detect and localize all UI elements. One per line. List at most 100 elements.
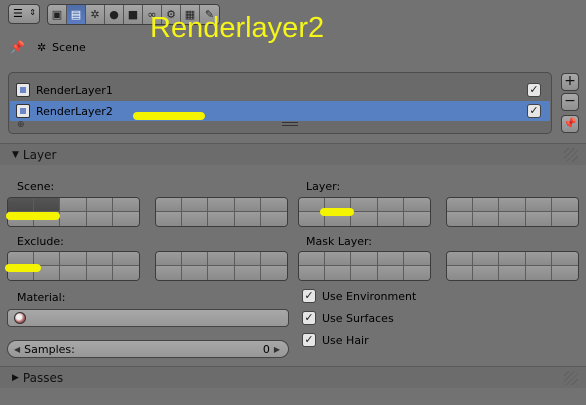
layer-cell[interactable]	[234, 212, 261, 226]
layer-cell[interactable]	[86, 198, 113, 212]
layer-cell[interactable]	[112, 212, 139, 226]
enabled-checkbox[interactable]: ✓	[527, 104, 541, 118]
enabled-checkbox[interactable]: ✓	[527, 83, 541, 97]
layer-cell[interactable]	[234, 266, 261, 280]
use-hair-toggle[interactable]: ✓ Use Hair	[302, 333, 369, 347]
layer-cell[interactable]	[60, 252, 87, 266]
layer-cell[interactable]	[377, 252, 404, 266]
world-icon[interactable]: ●	[105, 5, 124, 24]
layer-cell[interactable]	[182, 198, 209, 212]
layer-cell[interactable]	[447, 198, 474, 212]
list-item[interactable]: RenderLayer1 ✓	[10, 80, 550, 100]
exclude-layers-grid-2[interactable]	[155, 251, 288, 281]
layer-cell[interactable]	[551, 212, 578, 226]
layer-cell[interactable]	[86, 252, 113, 266]
layer-cell[interactable]	[60, 212, 87, 226]
layer-cell[interactable]	[473, 212, 500, 226]
layer-cell[interactable]	[499, 252, 526, 266]
layer-cell[interactable]	[86, 212, 113, 226]
material-field[interactable]	[7, 309, 289, 327]
list-item-selected[interactable]: RenderLayer2 ✓	[10, 101, 550, 121]
layer-cell[interactable]	[351, 212, 378, 226]
use-environment-toggle[interactable]: ✓ Use Environment	[302, 289, 416, 303]
drag-grip-icon[interactable]	[564, 148, 578, 162]
layer-cell[interactable]	[260, 252, 287, 266]
layer-cell[interactable]	[499, 212, 526, 226]
samples-field[interactable]: ◀ Samples: 0 ▶	[7, 340, 289, 358]
add-layer-button[interactable]: +	[561, 73, 579, 91]
layer-cell[interactable]	[403, 266, 430, 280]
layer-cell[interactable]	[351, 266, 378, 280]
layer-cell[interactable]	[299, 252, 326, 266]
render-layers-icon[interactable]: ▤	[67, 5, 86, 24]
layer-cell[interactable]	[551, 252, 578, 266]
decrement-arrow-icon[interactable]: ◀	[14, 345, 20, 354]
layer-cell[interactable]	[473, 266, 500, 280]
layer-cell[interactable]	[525, 266, 552, 280]
layer-cell[interactable]	[377, 212, 404, 226]
layer-cell[interactable]	[447, 266, 474, 280]
checkbox[interactable]: ✓	[302, 311, 316, 325]
layer-cell[interactable]	[182, 252, 209, 266]
layer-cell[interactable]	[156, 266, 183, 280]
layer-cell[interactable]	[499, 266, 526, 280]
layer-cell[interactable]	[112, 266, 139, 280]
layer-cell[interactable]	[377, 266, 404, 280]
pin-layer-button[interactable]: 📌	[561, 115, 579, 133]
layer-cell[interactable]	[208, 266, 235, 280]
layer-cell[interactable]	[351, 252, 378, 266]
layer-cell[interactable]	[551, 198, 578, 212]
layer-cell[interactable]	[208, 252, 235, 266]
layer-cell[interactable]	[260, 266, 287, 280]
layer-cell[interactable]	[403, 198, 430, 212]
layer-cell[interactable]	[60, 198, 87, 212]
layer-cell[interactable]	[525, 252, 552, 266]
layer-cell[interactable]	[473, 252, 500, 266]
layer-cell[interactable]	[403, 252, 430, 266]
layer-cell[interactable]	[156, 198, 183, 212]
layer-cell[interactable]	[234, 198, 261, 212]
layer-cell[interactable]	[182, 212, 209, 226]
remove-layer-button[interactable]: −	[561, 93, 579, 111]
checkbox[interactable]: ✓	[302, 289, 316, 303]
checkbox[interactable]: ✓	[302, 333, 316, 347]
layer-cell[interactable]	[351, 198, 378, 212]
layer-cell[interactable]	[182, 266, 209, 280]
mask-layers-grid[interactable]	[298, 251, 431, 281]
layer-cell[interactable]	[208, 212, 235, 226]
layer-cell[interactable]	[260, 198, 287, 212]
layer-cell[interactable]	[473, 198, 500, 212]
scene-icon[interactable]: ✲	[86, 5, 105, 24]
layer-cell[interactable]	[299, 266, 326, 280]
layer-cell[interactable]	[447, 252, 474, 266]
layer-cell[interactable]	[60, 266, 87, 280]
layer-cell[interactable]	[234, 252, 261, 266]
layer-cell[interactable]	[260, 212, 287, 226]
resize-handle-icon[interactable]	[282, 122, 298, 126]
layer-cell[interactable]	[525, 198, 552, 212]
layer-cell[interactable]	[403, 212, 430, 226]
scene-layers-grid-2[interactable]	[155, 197, 288, 227]
layer-cell[interactable]	[112, 198, 139, 212]
layer-cell[interactable]	[525, 212, 552, 226]
layer-cell[interactable]	[208, 198, 235, 212]
pin-icon[interactable]: 📌	[10, 40, 25, 54]
layer-cell[interactable]	[86, 266, 113, 280]
render-layer-layers-grid-2[interactable]	[446, 197, 579, 227]
increment-arrow-icon[interactable]: ▶	[274, 345, 280, 354]
layer-cell[interactable]	[112, 252, 139, 266]
layer-cell[interactable]	[499, 198, 526, 212]
filter-icon[interactable]: ⊕	[17, 120, 25, 130]
layer-cell[interactable]	[377, 198, 404, 212]
layer-cell[interactable]	[8, 198, 35, 212]
layer-cell[interactable]	[325, 252, 352, 266]
layer-cell[interactable]	[325, 266, 352, 280]
editor-type-button[interactable]: ☰ ⇕	[8, 4, 40, 24]
mask-layers-grid-2[interactable]	[446, 251, 579, 281]
layer-cell[interactable]	[447, 212, 474, 226]
use-surfaces-toggle[interactable]: ✓ Use Surfaces	[302, 311, 394, 325]
layer-cell[interactable]	[156, 212, 183, 226]
passes-panel-header[interactable]: ▶ Passes	[0, 366, 586, 388]
camera-icon[interactable]: ▣	[48, 5, 67, 24]
render-layer-layers-grid[interactable]	[298, 197, 431, 227]
